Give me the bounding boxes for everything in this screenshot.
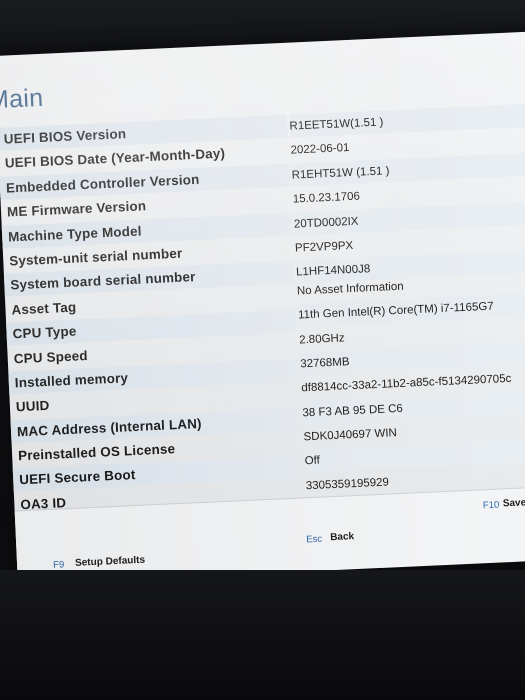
photo-frame: Main UEFI BIOS Version R1EET51W(1.51 ) U… (0, 0, 525, 700)
f10-key-label[interactable]: Save and (503, 496, 525, 509)
esc-key-hint[interactable]: Esc (306, 534, 322, 546)
esc-key-label[interactable]: Back (330, 531, 354, 543)
bios-screen: Main UEFI BIOS Version R1EET51W(1.51 ) U… (0, 31, 525, 585)
info-list: UEFI BIOS Version R1EET51W(1.51 ) UEFI B… (0, 103, 525, 518)
f9-key-label[interactable]: Setup Defaults (75, 555, 145, 569)
page-title: Main (0, 83, 44, 115)
monitor-bezel-bottom (0, 570, 525, 700)
f10-key-hint[interactable]: F10 (483, 500, 500, 512)
